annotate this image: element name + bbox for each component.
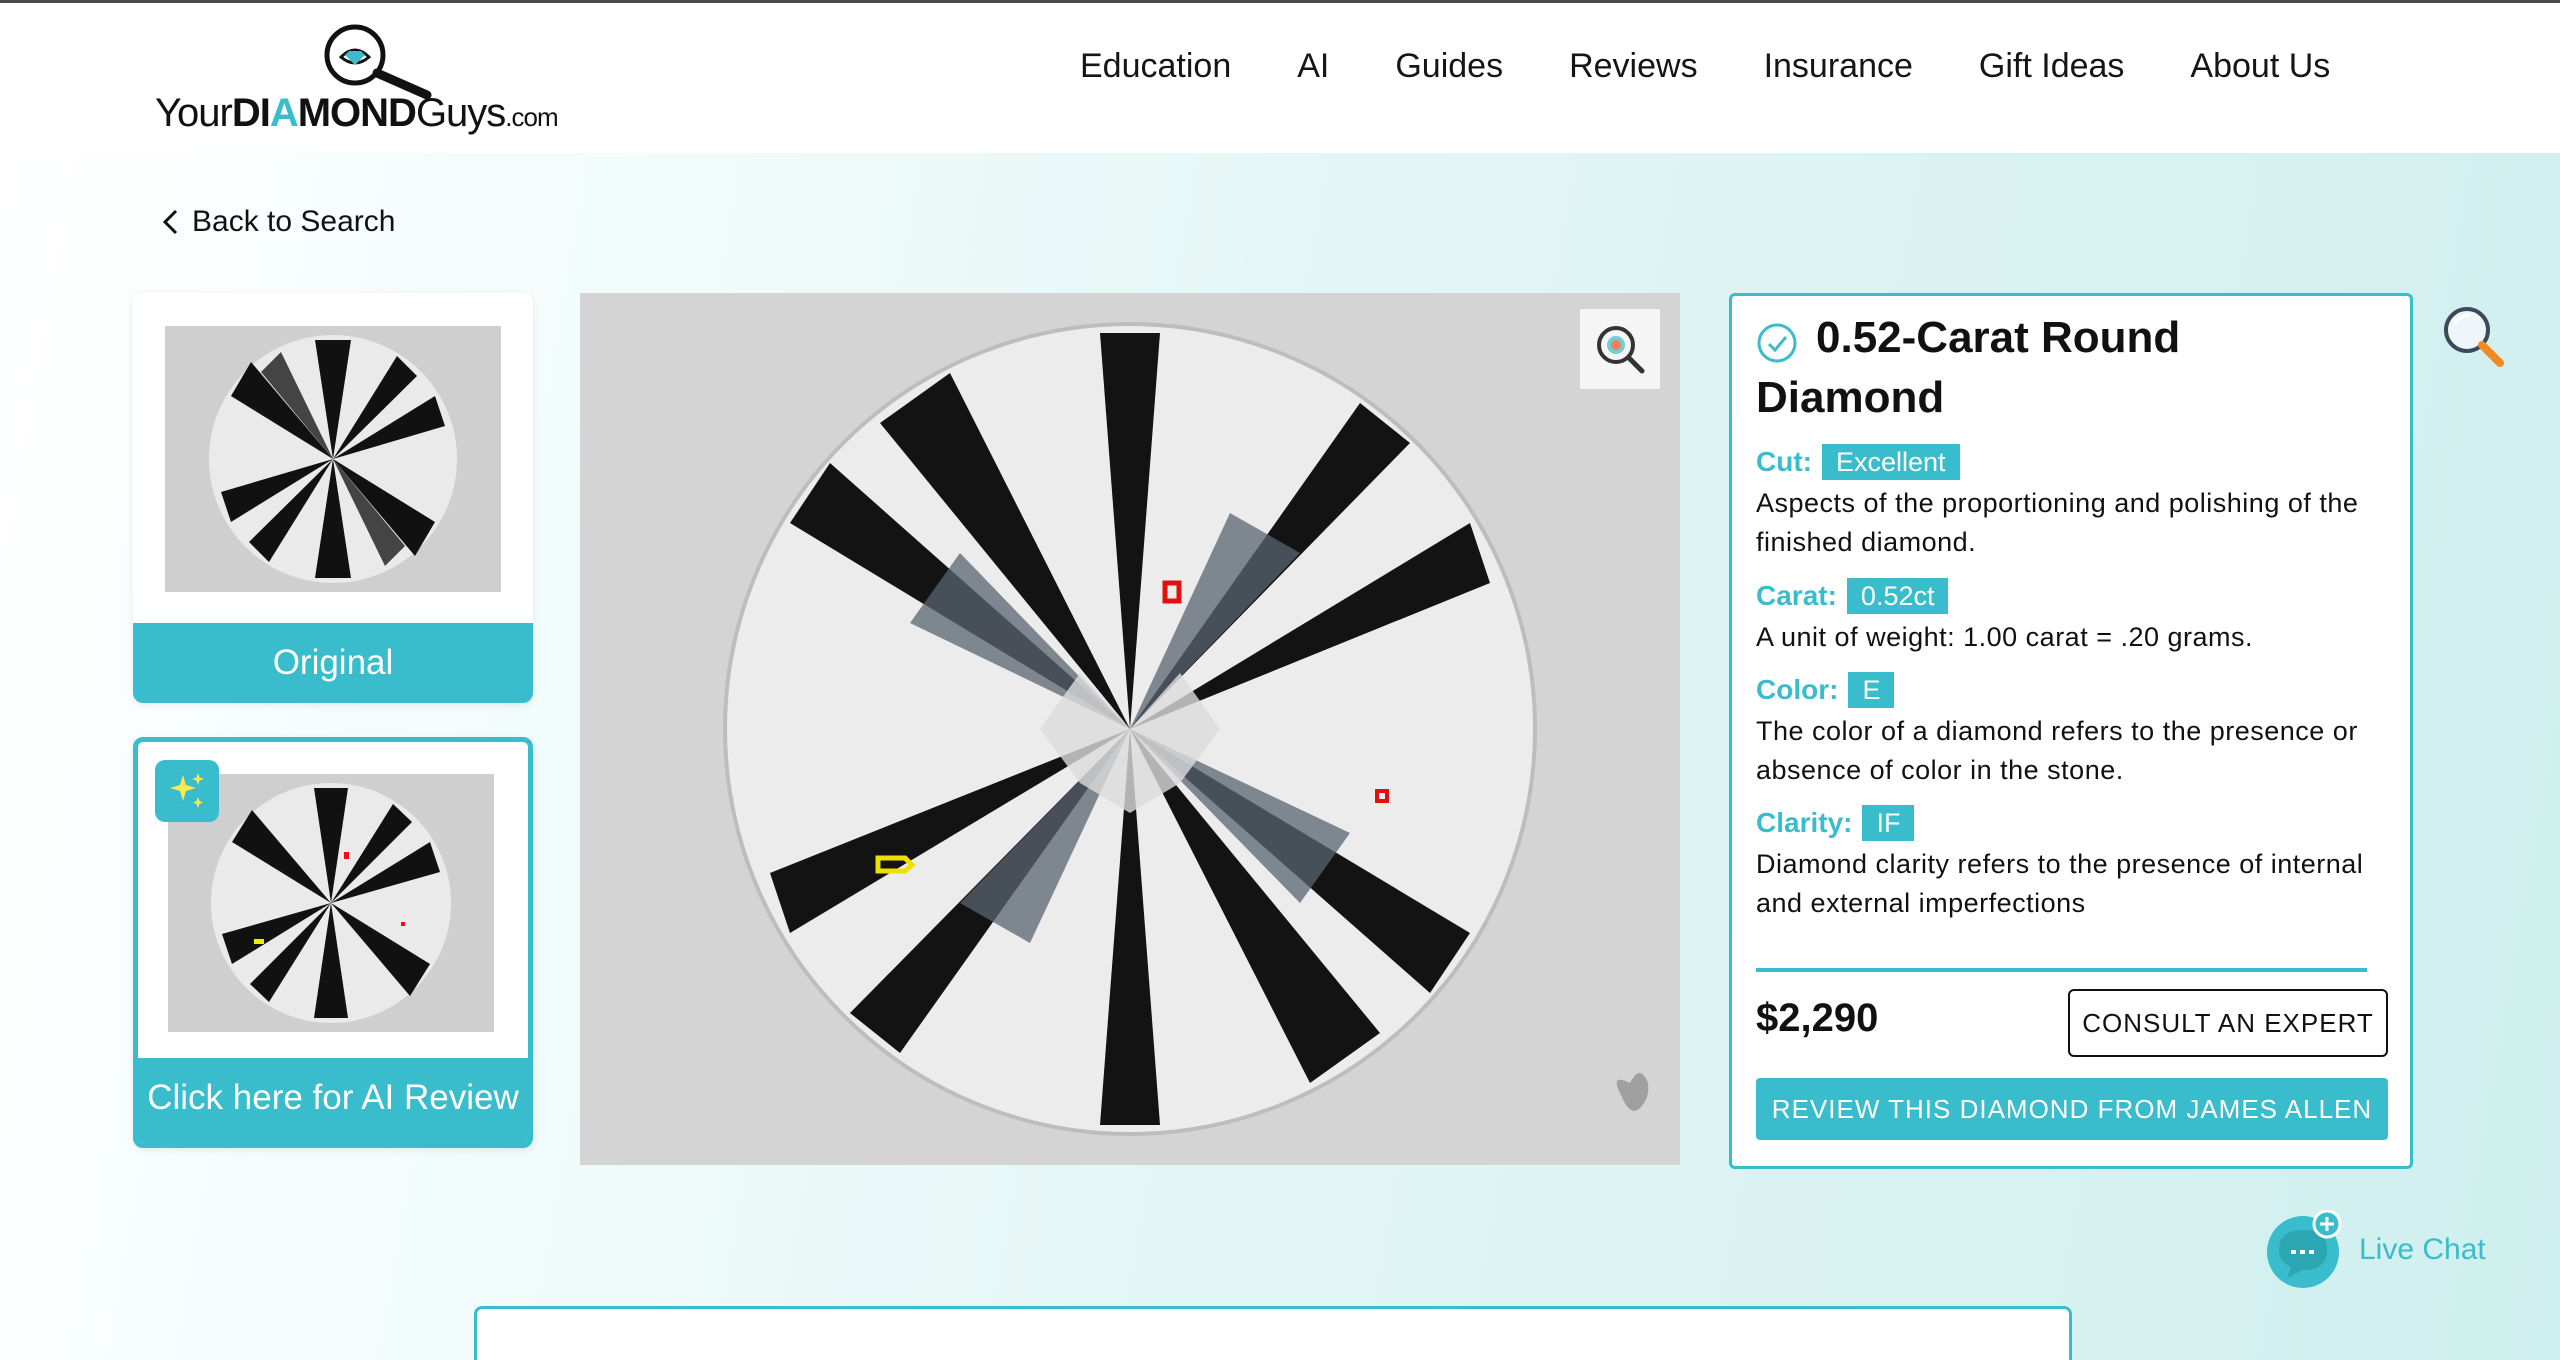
nav-item-ai[interactable]: AI xyxy=(1297,47,1329,86)
nav-item-about-us[interactable]: About Us xyxy=(2190,47,2330,86)
diamond-illustration xyxy=(723,322,1649,1136)
review-diamond-button[interactable]: REVIEW THIS DIAMOND FROM JAMES ALLEN xyxy=(1756,1078,2388,1140)
site-header: YourDIAMONDGuys.com Education AI Guides … xyxy=(0,3,2560,153)
price: $2,290 xyxy=(1756,996,1879,1040)
check-circle-icon xyxy=(1757,323,1797,363)
site-logo[interactable]: YourDIAMONDGuys.com xyxy=(155,21,559,141)
attribute-description: Aspects of the proportioning and polishi… xyxy=(1756,488,2359,557)
live-chat-widget[interactable]: Live Chat xyxy=(2265,1209,2486,1290)
logo-wordmark: YourDIAMONDGuys.com xyxy=(155,91,559,135)
attribute-color: Color: E The color of a diamond refers t… xyxy=(1756,672,2396,790)
nav-item-gift-ideas[interactable]: Gift Ideas xyxy=(1979,47,2125,86)
zoom-button[interactable] xyxy=(1580,309,1660,389)
attribute-badge: Excellent xyxy=(1821,444,1960,480)
attribute-label: Cut: xyxy=(1756,446,1812,477)
attribute-carat: Carat: 0.52ct A unit of weight: 1.00 car… xyxy=(1756,578,2396,657)
search-icon[interactable] xyxy=(2440,303,2506,369)
back-to-search-link[interactable]: Back to Search xyxy=(160,205,395,239)
zoom-icon xyxy=(1597,326,1645,374)
thumbnail-original-label: Original xyxy=(133,623,533,703)
main-nav: Education AI Guides Reviews Insurance Gi… xyxy=(1080,47,2330,86)
live-chat-label: Live Chat xyxy=(2359,1233,2486,1266)
attribute-badge: IF xyxy=(1862,805,1915,841)
product-title: 0.52-Carat Round Diamond xyxy=(1756,313,2181,422)
attribute-badge: 0.52ct xyxy=(1846,578,1949,614)
diamond-thumbnail-image xyxy=(165,326,501,592)
attribute-label: Carat: xyxy=(1756,580,1837,611)
attribute-clarity: Clarity: IF Diamond clarity refers to th… xyxy=(1756,805,2396,923)
sparkle-icon xyxy=(155,760,219,822)
thumbnail-original[interactable]: Original xyxy=(133,293,533,703)
bottom-section-card xyxy=(474,1306,2072,1360)
attribute-label: Color: xyxy=(1756,674,1839,705)
attribute-description: The color of a diamond refers to the pre… xyxy=(1756,716,2358,785)
chevron-left-icon xyxy=(162,209,178,235)
diamond-main-image xyxy=(580,293,1680,1165)
diamond-info-card: 0.52-Carat Round Diamond Cut: Excellent … xyxy=(1729,293,2413,1169)
thumbnail-ai-review-label: Click here for AI Review xyxy=(138,1058,528,1143)
back-label: Back to Search xyxy=(192,205,396,238)
attribute-cut: Cut: Excellent Aspects of the proportion… xyxy=(1756,444,2396,562)
chat-icon xyxy=(2265,1209,2345,1290)
consult-expert-button[interactable]: CONSULT AN EXPERT xyxy=(2068,989,2388,1057)
divider xyxy=(1756,968,2367,972)
nav-item-education[interactable]: Education xyxy=(1080,47,1231,86)
nav-item-guides[interactable]: Guides xyxy=(1395,47,1503,86)
magnifier-logo-icon xyxy=(324,24,432,100)
thumbnail-ai-review[interactable]: Click here for AI Review xyxy=(133,737,533,1148)
attribute-badge: E xyxy=(1848,672,1895,708)
attribute-description: A unit of weight: 1.00 carat = .20 grams… xyxy=(1756,622,2254,652)
attribute-description: Diamond clarity refers to the presence o… xyxy=(1756,849,2364,918)
attribute-label: Clarity: xyxy=(1756,807,1853,838)
nav-item-reviews[interactable]: Reviews xyxy=(1569,47,1697,86)
nav-item-insurance[interactable]: Insurance xyxy=(1764,47,1913,86)
title-row: 0.52-Carat Round Diamond xyxy=(1756,308,2376,428)
